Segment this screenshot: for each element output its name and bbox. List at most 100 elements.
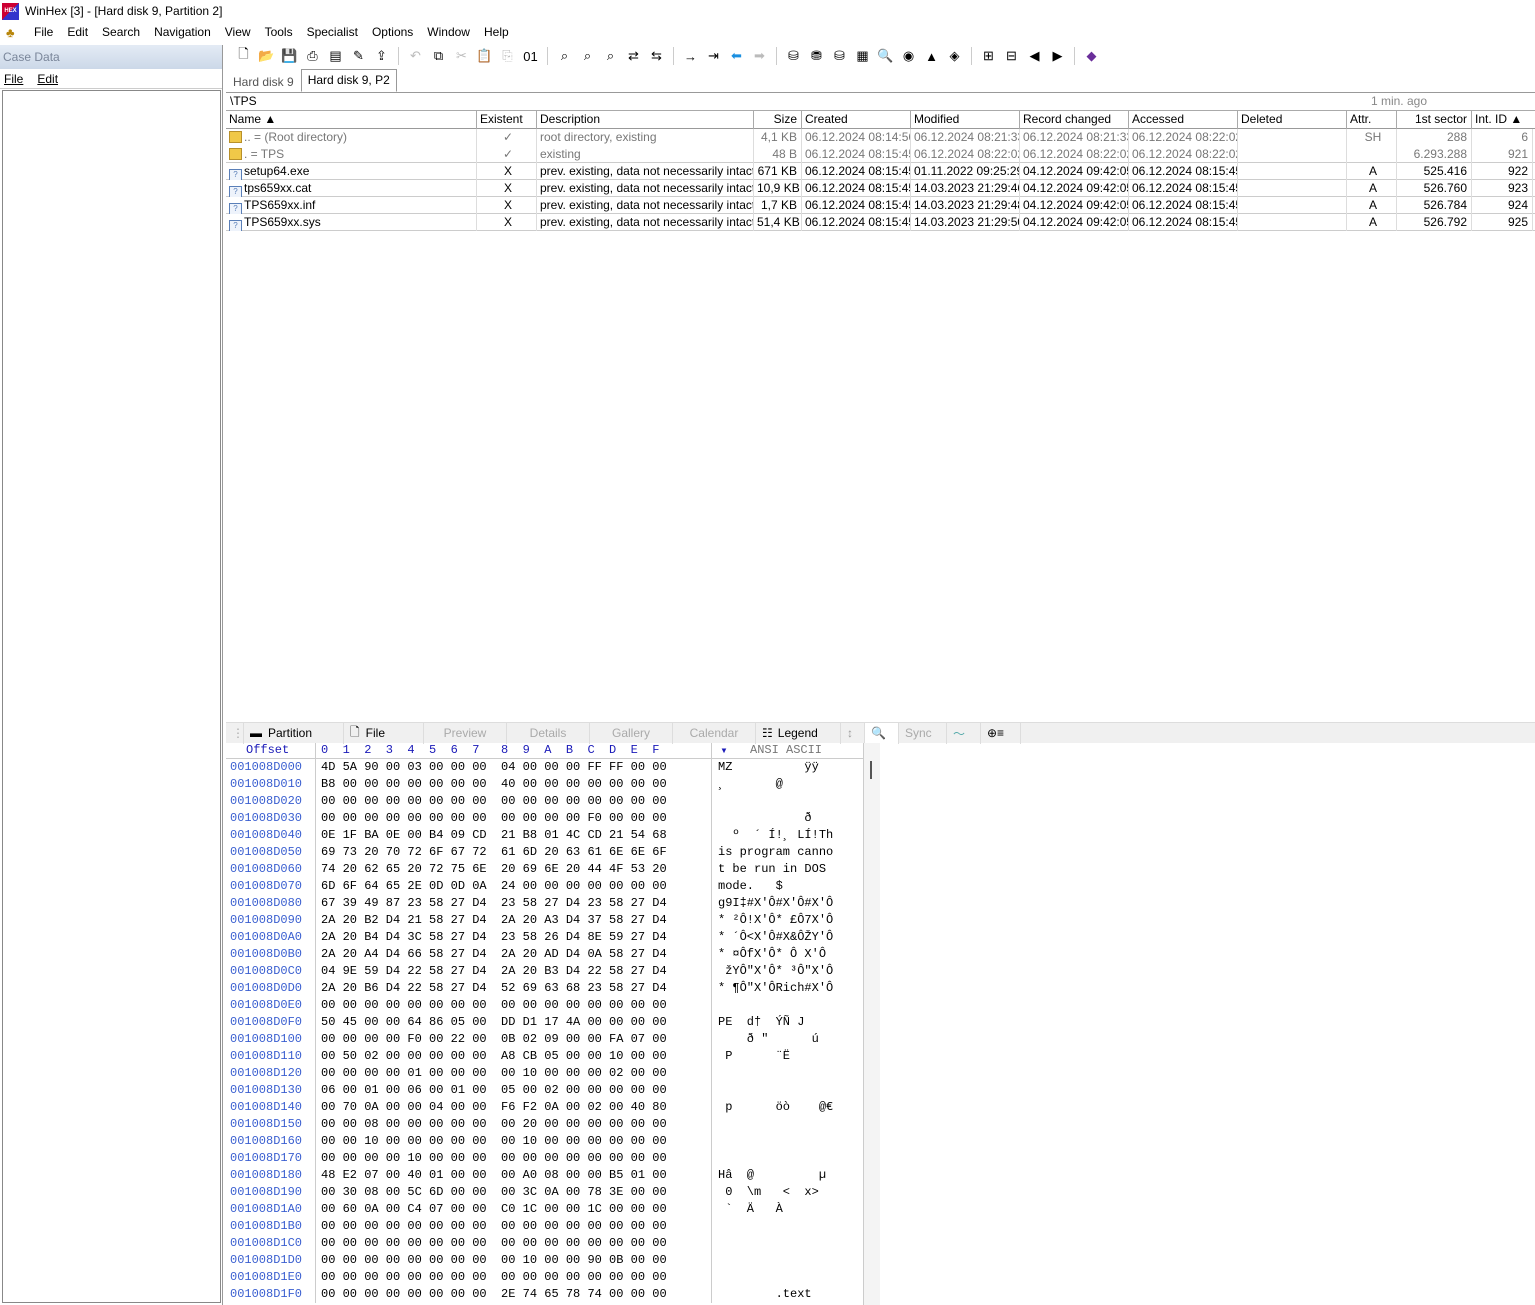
preview-button[interactable]: Preview	[424, 722, 507, 744]
hex-ascii[interactable]: g9I‡#X'Ô#X'Ô#X'Ô	[712, 895, 862, 912]
hex-ascii[interactable]: žYÔ"X'Ô* ³Ô"X'Ô	[712, 963, 862, 980]
goto-offset-icon[interactable]: →	[679, 46, 702, 66]
hex-row[interactable]: 001008D040 0E 1F BA 0E 00 B4 09 CD 21 B8 …	[226, 827, 864, 844]
save-icon[interactable]: 💾	[278, 46, 301, 66]
hex-ascii[interactable]	[712, 793, 862, 810]
hex-ascii[interactable]	[712, 1116, 862, 1133]
notes-icon[interactable]: ✎	[347, 46, 370, 66]
hex-bytes[interactable]: 00 00 00 00 00 00 00 00 00 00 00 00 F0 0…	[316, 810, 712, 827]
paste-icon[interactable]: 📋	[473, 46, 496, 66]
wave-icon[interactable]: 〜	[947, 722, 981, 744]
binary-icon[interactable]: 01	[519, 46, 542, 66]
hex-bytes[interactable]: 00 00 00 00 00 00 00 00 00 00 00 00 00 0…	[316, 793, 712, 810]
hex-ascii[interactable]: P ¨Ë	[712, 1048, 862, 1065]
hex-ascii[interactable]: * ´Ô<X'Ô#X&ÔŽY'Ô	[712, 929, 862, 946]
hex-bytes[interactable]: 67 39 49 87 23 58 27 D4 23 58 27 D4 23 5…	[316, 895, 712, 912]
hex-bytes[interactable]: 06 00 01 00 06 00 01 00 05 00 02 00 00 0…	[316, 1082, 712, 1099]
hex-scrollbar[interactable]	[864, 743, 880, 1305]
search-view-icon[interactable]: 🔍	[865, 722, 899, 744]
hex-bytes[interactable]: 00 60 0A 00 C4 07 00 00 C0 1C 00 00 1C 0…	[316, 1201, 712, 1218]
tab-hard-disk-9[interactable]: Hard disk 9	[226, 71, 301, 92]
hex-bytes[interactable]: 69 73 20 70 72 6F 67 72 61 6D 20 63 61 6…	[316, 844, 712, 861]
hex-row[interactable]: 001008D190 00 30 08 00 5C 6D 00 00 00 3C …	[226, 1184, 864, 1201]
hex-row[interactable]: 001008D140 00 70 0A 00 00 04 00 00 F6 F2 …	[226, 1099, 864, 1116]
legend-button[interactable]: ☷ Legend	[756, 722, 841, 744]
file-row[interactable]: ? TPS659xx.inf Xprev. existing, data not n…	[226, 197, 1535, 214]
hex-ascii[interactable]: * ¶Ô"X'ÔRich#X'Ô	[712, 980, 862, 997]
file-row[interactable]: ? tps659xx.cat Xprev. existing, data not n…	[226, 180, 1535, 197]
new-file-icon[interactable]: 🗋	[232, 46, 255, 66]
find-text-icon[interactable]: ⌕	[553, 46, 576, 66]
cut-icon[interactable]: ✂	[450, 46, 473, 66]
hex-row[interactable]: 001008D050 69 73 20 70 72 6F 67 72 61 6D …	[226, 844, 864, 861]
menu-tools[interactable]: Tools	[259, 22, 301, 43]
hex-ascii[interactable]: Hâ @ µ	[712, 1167, 862, 1184]
hex-bytes[interactable]: 00 00 00 00 00 00 00 00 00 00 00 00 00 0…	[316, 1218, 712, 1235]
target-settings-icon[interactable]: ⊕≡	[981, 722, 1021, 744]
tile-icon[interactable]: ⊞	[977, 46, 1000, 66]
hex-bytes[interactable]: 4D 5A 90 00 03 00 00 00 04 00 00 00 FF F…	[316, 759, 712, 776]
file-row[interactable]: . = TPS ✓ existing 48 B 06.12.2024 08:15:45 0…	[226, 146, 1535, 163]
hex-row[interactable]: 001008D130 06 00 01 00 06 00 01 00 05 00 …	[226, 1082, 864, 1099]
hex-ascii[interactable]: º ´ Í!¸ LÍ!Th	[712, 827, 862, 844]
hex-bytes[interactable]: 50 45 00 00 64 86 05 00 DD D1 17 4A 00 0…	[316, 1014, 712, 1031]
hex-row[interactable]: 001008D000 4D 5A 90 00 03 00 00 00 04 00 …	[226, 759, 864, 776]
menu-view[interactable]: View	[219, 22, 259, 43]
dashboard-icon[interactable]: ◉	[897, 46, 920, 66]
hex-ascii[interactable]: * ¤ÔfX'Ô* ­Ô X'Ô	[712, 946, 862, 963]
hex-row[interactable]: 001008D0D0 2A 20 B6 D4 22 58 27 D4 52 69 …	[226, 980, 864, 997]
file-row[interactable]: ? setup64.exe Xprev. existing, data not ne…	[226, 163, 1535, 180]
hex-bytes[interactable]: 00 00 00 00 00 00 00 00 00 00 00 00 00 0…	[316, 1269, 712, 1286]
hex-bytes[interactable]: 00 00 00 00 00 00 00 00 00 10 00 00 90 0…	[316, 1252, 712, 1269]
hex-ascii[interactable]	[712, 997, 862, 1014]
hex-bytes[interactable]: 00 00 00 00 01 00 00 00 00 10 00 00 00 0…	[316, 1065, 712, 1082]
goto-sector-icon[interactable]: ⇥	[702, 46, 725, 66]
hex-bytes[interactable]: 48 E2 07 00 40 01 00 00 00 A0 08 00 00 B…	[316, 1167, 712, 1184]
hex-bytes[interactable]: 00 70 0A 00 00 04 00 00 F6 F2 0A 00 02 0…	[316, 1099, 712, 1116]
hex-ascii[interactable]: MZ ÿÿ	[712, 759, 862, 776]
picture-icon[interactable]: ▲	[920, 46, 943, 66]
case-root-icon[interactable]: ♣	[6, 25, 22, 40]
hex-row[interactable]: 001008D0F0 50 45 00 00 64 86 05 00 DD D1 …	[226, 1014, 864, 1031]
open-folder-icon[interactable]: 📂	[255, 46, 278, 66]
hex-row[interactable]: 001008D100 00 00 00 00 F0 00 22 00 0B 02 …	[226, 1031, 864, 1048]
hex-ascii[interactable]: ` Ä À	[712, 1201, 862, 1218]
replace-text-icon[interactable]: ⇄	[622, 46, 645, 66]
hex-ascii[interactable]: ð " ú	[712, 1031, 862, 1048]
menu-help[interactable]: Help	[478, 22, 517, 43]
hex-bytes[interactable]: 2A 20 B4 D4 3C 58 27 D4 23 58 26 D4 8E 5…	[316, 929, 712, 946]
column-header-int-id[interactable]: Int. ID ▲	[1472, 111, 1533, 129]
winhex-app-icon[interactable]: HEX	[2, 2, 19, 20]
hex-bytes[interactable]: 00 00 10 00 00 00 00 00 00 10 00 00 00 0…	[316, 1133, 712, 1150]
hex-row[interactable]: 001008D1A0 00 60 0A 00 C4 07 00 00 C0 1C …	[226, 1201, 864, 1218]
hex-row[interactable]: 001008D0C0 04 9E 59 D4 22 58 27 D4 2A 20 …	[226, 963, 864, 980]
sync-button[interactable]: Sync	[899, 722, 947, 744]
next-window-icon[interactable]: ▶	[1046, 46, 1069, 66]
column-header-first-sector[interactable]: 1st sector	[1397, 111, 1472, 129]
gallery-button[interactable]: Gallery	[590, 722, 673, 744]
column-header-created[interactable]: Created	[802, 111, 911, 129]
file-mode-button[interactable]: 🗋 File	[344, 722, 424, 744]
hex-ascii[interactable]: p öò @€	[712, 1099, 862, 1116]
hex-row[interactable]: 001008D020 00 00 00 00 00 00 00 00 00 00 …	[226, 793, 864, 810]
hex-ascii[interactable]: mode. $	[712, 878, 862, 895]
menu-edit[interactable]: Edit	[61, 22, 96, 43]
hex-ascii[interactable]	[712, 1235, 862, 1252]
help-book-icon[interactable]: ◆	[1080, 46, 1103, 66]
hex-bytes[interactable]: 00 00 00 00 00 00 00 00 2E 74 65 78 74 0…	[316, 1286, 712, 1303]
hex-bytes[interactable]: 2A 20 A4 D4 66 58 27 D4 2A 20 AD D4 0A 5…	[316, 946, 712, 963]
partition-mode-button[interactable]: ▬ Partition	[244, 722, 344, 744]
column-header-name[interactable]: Name ▲	[226, 111, 477, 129]
hex-row[interactable]: 001008D1C0 00 00 00 00 00 00 00 00 00 00 …	[226, 1235, 864, 1252]
hex-ascii[interactable]	[712, 1082, 862, 1099]
hex-ascii[interactable]: t be run in DOS	[712, 861, 862, 878]
export-icon[interactable]: ⇪	[370, 46, 393, 66]
case-menu-file[interactable]: File	[4, 72, 23, 86]
menu-file[interactable]: File	[28, 22, 61, 43]
hex-row[interactable]: 001008D1F0 00 00 00 00 00 00 00 00 2E 74 …	[226, 1286, 864, 1303]
hex-bytes[interactable]: 00 00 00 00 00 00 00 00 00 00 00 00 00 0…	[316, 997, 712, 1014]
hex-bytes[interactable]: 6D 6F 64 65 2E 0D 0D 0A 24 00 00 00 00 0…	[316, 878, 712, 895]
hex-bytes[interactable]: 00 30 08 00 5C 6D 00 00 00 3C 0A 00 78 3…	[316, 1184, 712, 1201]
hex-ascii[interactable]: .text	[712, 1286, 862, 1303]
column-header-existent[interactable]: Existent	[477, 111, 537, 129]
